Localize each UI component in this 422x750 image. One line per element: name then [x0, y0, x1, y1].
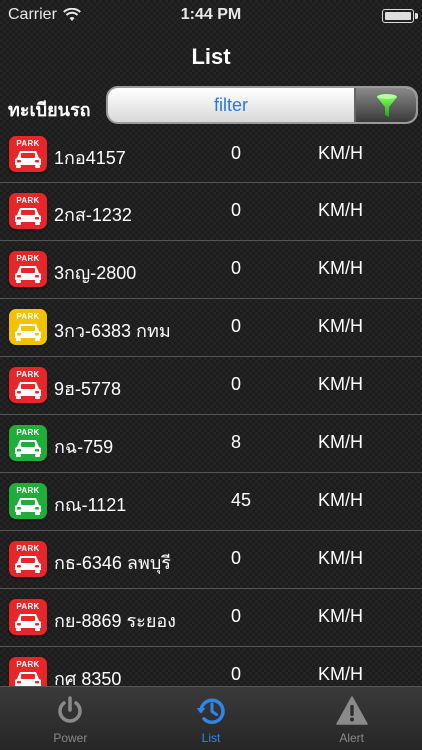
- park-status-icon: PARK: [9, 367, 47, 403]
- speed-unit: KM/H: [318, 374, 363, 394]
- speed-unit: KM/H: [318, 490, 363, 510]
- funnel-icon: [377, 94, 397, 117]
- car-icon: [15, 266, 41, 283]
- vehicle-row[interactable]: PARK กฉ-759 8 KM/H: [0, 415, 422, 473]
- speed-value: 0: [231, 606, 242, 626]
- filter-field[interactable]: filter: [106, 86, 418, 124]
- speed-unit: KM/H: [318, 606, 363, 626]
- filter-input[interactable]: filter: [108, 95, 354, 116]
- park-badge-label: PARK: [16, 544, 40, 553]
- license-plate: 1กอ4157: [54, 148, 126, 168]
- park-badge-label: PARK: [16, 254, 40, 263]
- status-bar: Carrier 1:44 PM: [0, 0, 422, 30]
- car-icon: [15, 556, 41, 573]
- speed-unit: KM/H: [318, 664, 363, 684]
- park-status-icon: PARK: [9, 483, 47, 519]
- car-icon: [15, 151, 41, 168]
- license-plate: 9ฮ-5778: [54, 379, 122, 399]
- speed-value: 0: [231, 374, 242, 394]
- speed-unit: KM/H: [318, 200, 363, 220]
- park-badge-label: PARK: [16, 370, 40, 379]
- license-plate: กธ-6346 ลพบุรี: [54, 553, 171, 573]
- park-badge-label: PARK: [16, 428, 40, 437]
- park-badge-label: PARK: [16, 486, 40, 495]
- park-status-icon: PARK: [9, 193, 47, 229]
- speed-unit: KM/H: [318, 316, 363, 336]
- park-status-icon: PARK: [9, 425, 47, 461]
- park-badge-label: PARK: [16, 312, 40, 321]
- speed-unit: KM/H: [318, 258, 363, 278]
- car-icon: [15, 382, 41, 399]
- park-status-icon: PARK: [9, 136, 47, 172]
- tab-list-label: List: [201, 731, 221, 745]
- speed-value: 0: [231, 548, 242, 568]
- speed-value: 45: [231, 490, 252, 510]
- park-badge-label: PARK: [16, 196, 40, 205]
- license-plate: กฉ-759: [54, 437, 114, 457]
- vehicle-row[interactable]: PARK 1กอ4157 0 KM/H: [0, 126, 422, 183]
- speed-unit: KM/H: [318, 548, 363, 568]
- filter-row: ทะเบียนรถ filter: [0, 85, 422, 125]
- vehicle-row[interactable]: PARK 9ฮ-5778 0 KM/H: [0, 357, 422, 415]
- vehicle-row[interactable]: PARK 2กส-1232 0 KM/H: [0, 183, 422, 241]
- tab-alert[interactable]: Alert: [281, 687, 422, 750]
- clock: 1:44 PM: [180, 6, 242, 23]
- park-badge-label: PARK: [16, 602, 40, 611]
- battery-icon: [382, 9, 418, 23]
- speed-value: 0: [231, 200, 242, 220]
- page-title: List: [191, 44, 231, 69]
- park-badge-label: PARK: [16, 660, 40, 669]
- speed-value: 0: [231, 258, 242, 278]
- filter-button[interactable]: [354, 88, 416, 122]
- park-status-icon: PARK: [9, 251, 47, 287]
- vehicle-row[interactable]: PARK 3กญ-2800 0 KM/H: [0, 241, 422, 299]
- license-plate: กย-8869 ระยอง: [54, 611, 176, 631]
- license-plate: 3กว-6383 กทม: [54, 321, 171, 341]
- vehicle-row[interactable]: PARK กย-8869 ระยอง 0 KM/H: [0, 589, 422, 647]
- speed-value: 0: [231, 143, 242, 163]
- vehicle-list: PARK 1กอ4157 0 KM/H PARK 2กส-1232 0 KM/H…: [0, 126, 422, 705]
- park-badge-label: PARK: [16, 139, 40, 148]
- tab-alert-label: Alert: [339, 731, 365, 745]
- park-status-icon: PARK: [9, 541, 47, 577]
- vehicle-row[interactable]: PARK กธ-6346 ลพบุรี 0 KM/H: [0, 531, 422, 589]
- tab-power[interactable]: Power: [0, 687, 141, 750]
- park-status-icon: PARK: [9, 309, 47, 345]
- car-icon: [15, 440, 41, 457]
- speed-value: 8: [231, 432, 242, 452]
- car-icon: [15, 614, 41, 631]
- speed-unit: KM/H: [318, 432, 363, 452]
- speed-unit: KM/H: [318, 143, 363, 163]
- vehicle-row[interactable]: PARK กณ-1121 45 KM/H: [0, 473, 422, 531]
- license-plate: กณ-1121: [54, 495, 127, 515]
- car-icon: [15, 324, 41, 341]
- filter-label: ทะเบียนรถ: [8, 100, 91, 120]
- tab-list[interactable]: List: [141, 687, 282, 750]
- tab-bar: Power List Alert: [0, 686, 422, 750]
- power-icon: [58, 696, 83, 723]
- license-plate: 3กญ-2800: [54, 263, 137, 283]
- vehicle-row[interactable]: PARK 3กว-6383 กทม 0 KM/H: [0, 299, 422, 357]
- speed-value: 0: [231, 316, 242, 336]
- park-status-icon: PARK: [9, 599, 47, 635]
- car-icon: [15, 498, 41, 515]
- license-plate: 2กส-1232: [54, 205, 132, 225]
- history-clock-icon: [196, 698, 225, 724]
- warning-icon: [335, 696, 368, 725]
- car-icon: [15, 208, 41, 225]
- speed-value: 0: [231, 664, 242, 684]
- tab-power-label: Power: [53, 731, 88, 745]
